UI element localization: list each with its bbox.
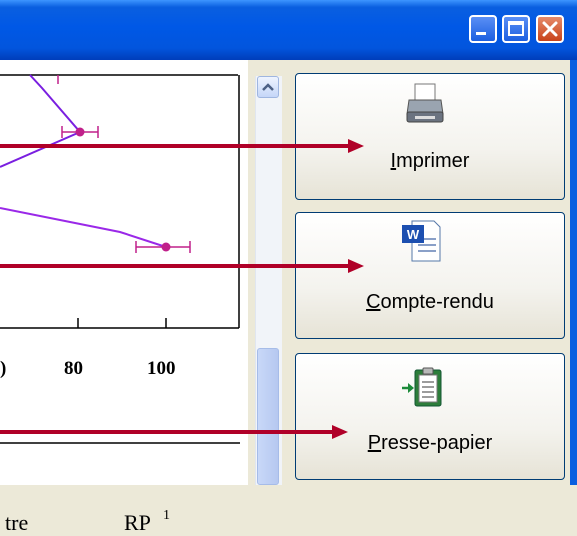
arrow-head-icon [348, 139, 364, 153]
table-header-superscript: 1 [163, 508, 170, 523]
arrow-head-icon [348, 259, 364, 273]
callout-arrows [0, 139, 364, 439]
table-header-text: RP [124, 510, 151, 535]
table-header-text: tre [5, 510, 29, 535]
arrow-head-icon [332, 425, 348, 439]
